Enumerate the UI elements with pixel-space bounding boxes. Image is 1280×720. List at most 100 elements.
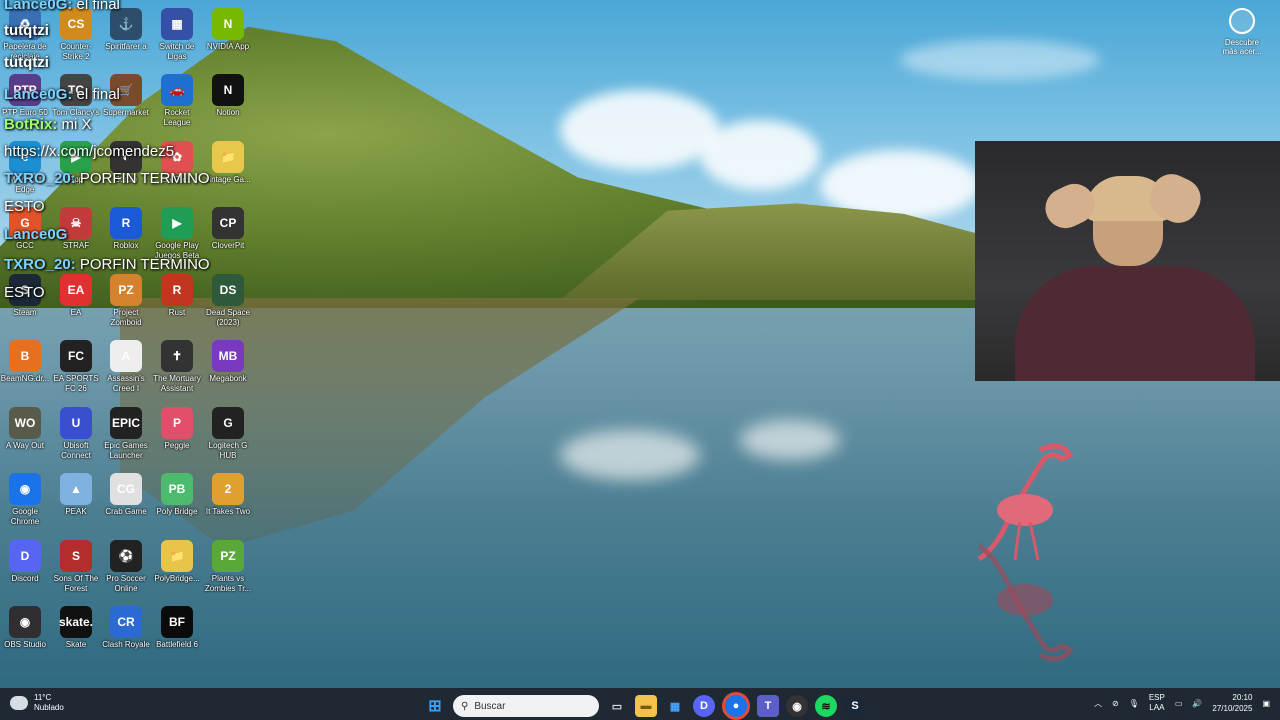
- discord-icon[interactable]: D: [693, 695, 715, 717]
- windows-start-icon[interactable]: ⊞: [424, 695, 446, 717]
- app-icon: ◉: [9, 473, 41, 505]
- app-icon: R: [161, 274, 193, 306]
- desktop-icon[interactable]: G Logitech G HUB: [203, 407, 253, 461]
- language-indicator[interactable]: ESP LAA: [1149, 693, 1165, 713]
- chat-message: tutqtzi: [4, 54, 49, 71]
- desktop-icon[interactable]: ◉ Google Chrome: [0, 473, 50, 527]
- desktop-icon[interactable]: D Discord: [0, 540, 50, 584]
- streamer-hand: [1038, 177, 1102, 235]
- app-icon: S: [60, 540, 92, 572]
- microsoft-store-icon[interactable]: ▦: [664, 695, 686, 717]
- desktop-icon[interactable]: ✝ The Mortuary Assistant: [152, 340, 202, 394]
- desktop-icon-label: Notion: [216, 108, 240, 117]
- desktop-icon[interactable]: N NVIDIA App: [203, 8, 253, 52]
- desktop-icon[interactable]: EPIC Epic Games Launcher: [101, 407, 151, 461]
- desktop-icon[interactable]: PZ Project Zomboid: [101, 274, 151, 328]
- desktop-icon[interactable]: ⚽ Pro Soccer Online: [101, 540, 151, 594]
- flamingo-image: [977, 443, 1074, 662]
- search-box[interactable]: ⚲ Buscar: [453, 695, 599, 717]
- desktop-icon-label: BeamNG.dr...: [0, 374, 50, 383]
- app-icon: N: [212, 74, 244, 106]
- desktop-icon[interactable]: ⚓ Spiritfarer a: [101, 8, 151, 52]
- desktop-icon-label: Discord: [11, 574, 39, 583]
- desktop-icon-label: CloverPit: [211, 241, 245, 250]
- clock[interactable]: 20:10 27/10/2025: [1212, 692, 1252, 714]
- app-icon: ▲: [60, 473, 92, 505]
- desktop-icon[interactable]: 2 It Takes Two: [203, 473, 253, 517]
- desktop-icon[interactable]: R Rust: [152, 274, 202, 318]
- app-icon: BF: [161, 606, 193, 638]
- app-icon: B: [9, 340, 41, 372]
- chrome-icon[interactable]: ●: [722, 692, 750, 720]
- github-icon[interactable]: ◉: [786, 695, 808, 717]
- desktop-icon[interactable]: CP CloverPit: [203, 207, 253, 251]
- desktop-icon[interactable]: N Notion: [203, 74, 253, 118]
- clock-time: 20:10: [1232, 693, 1253, 702]
- task-view-icon[interactable]: ▭: [606, 695, 628, 717]
- desktop-icon-label: Megabonk: [209, 374, 247, 383]
- desktop-icon[interactable]: 📁 PolyBridge...: [152, 540, 202, 584]
- volume-icon[interactable]: 🔊: [1192, 699, 1202, 708]
- chat-username: TXRO_20:: [4, 256, 76, 273]
- desktop-icon[interactable]: A Assassin's Creed I: [101, 340, 151, 394]
- steam-icon[interactable]: S: [844, 695, 866, 717]
- desktop-icon-label: Counter-Strike 2: [60, 42, 92, 61]
- chat-message: https://x.com/jcomendez5: [4, 143, 174, 160]
- desktop-icon[interactable]: EA EA: [51, 274, 101, 318]
- desktop-icon[interactable]: P Peggle: [152, 407, 202, 451]
- learn-more-widget[interactable]: Descubre más acer...: [1218, 8, 1266, 56]
- desktop-icon[interactable]: PB Poly Bridge: [152, 473, 202, 517]
- desktop-icon[interactable]: ▶ Google Play Juegos Beta: [152, 207, 202, 261]
- chat-text: el final: [72, 86, 120, 103]
- desktop-icon[interactable]: MB Megabonk: [203, 340, 253, 384]
- desktop-icon[interactable]: FC EA SPORTS FC 26: [51, 340, 101, 394]
- desktop-icon-label: Switch de Ligas: [159, 42, 195, 61]
- desktop-icon[interactable]: WO A Way Out: [0, 407, 50, 451]
- notification-mute-icon[interactable]: ⊘: [1112, 699, 1119, 708]
- chat-message: Lance0G: [4, 226, 67, 243]
- network-icon[interactable]: ▭: [1175, 699, 1183, 708]
- chat-message: TXRO_20: PORFIN TERMINO: [4, 256, 210, 273]
- app-icon: PB: [161, 473, 193, 505]
- desktop-icon[interactable]: S Sons Of The Forest: [51, 540, 101, 594]
- desktop-icon[interactable]: DS Dead Space (2023): [203, 274, 253, 328]
- desktop-icon[interactable]: CG Crab Game: [101, 473, 151, 517]
- desktop-icon[interactable]: skate. Skate: [51, 606, 101, 650]
- chat-message: TXRO_20: PORFIN TERMINO: [4, 170, 210, 187]
- desktop-icon-label: Epic Games Launcher: [104, 441, 148, 460]
- desktop-icon[interactable]: U Ubisoft Connect: [51, 407, 101, 461]
- desktop-icon[interactable]: ◉ OBS Studio: [0, 606, 50, 650]
- app-icon: ▦: [161, 8, 193, 40]
- webcam-overlay: [975, 141, 1280, 381]
- notifications-icon[interactable]: ▣: [1262, 699, 1270, 708]
- app-icon: G: [212, 407, 244, 439]
- desktop-icon[interactable]: B BeamNG.dr...: [0, 340, 50, 384]
- desktop-icon[interactable]: CS Counter-Strike 2: [51, 8, 101, 62]
- spotify-icon[interactable]: ≋: [815, 695, 837, 717]
- clock-date: 27/10/2025: [1212, 704, 1253, 713]
- microphone-icon[interactable]: 🎙: [1129, 699, 1139, 708]
- file-explorer-icon[interactable]: ▬: [635, 695, 657, 717]
- chat-username: Lance0G:: [4, 86, 73, 103]
- app-icon: CG: [110, 473, 142, 505]
- desktop-icon[interactable]: ▲ PEAK: [51, 473, 101, 517]
- desktop-icon-label: Rust: [168, 308, 186, 317]
- desktop-icon[interactable]: 📁 vintage Ga...: [203, 141, 253, 185]
- desktop-icon[interactable]: PZ Plants vs Zombies Tr...: [203, 540, 253, 594]
- desktop-icon[interactable]: ▦ Switch de Ligas: [152, 8, 202, 62]
- desktop-icon[interactable]: 🚗 Rocket League: [152, 74, 202, 128]
- teams-icon[interactable]: T: [757, 695, 779, 717]
- desktop-icon-label: Steam: [13, 308, 37, 317]
- desktop-icon[interactable]: R Roblox: [101, 207, 151, 251]
- app-icon: PZ: [110, 274, 142, 306]
- app-icon: CP: [212, 207, 244, 239]
- chevron-up-icon[interactable]: ︿: [1094, 698, 1102, 709]
- weather-widget[interactable]: 11°C Nublado: [10, 693, 64, 713]
- desktop-icon[interactable]: BF Battlefield 6: [152, 606, 202, 650]
- desktop-icon-label: Crab Game: [105, 507, 147, 516]
- desktop-icon[interactable]: CR Clash Royale: [101, 606, 151, 650]
- app-icon: FC: [60, 340, 92, 372]
- desktop-icon-label: Spiritfarer a: [105, 42, 147, 51]
- wallpaper-cloud-reflection: [740, 420, 840, 460]
- chat-username: Lance0G: [4, 226, 68, 243]
